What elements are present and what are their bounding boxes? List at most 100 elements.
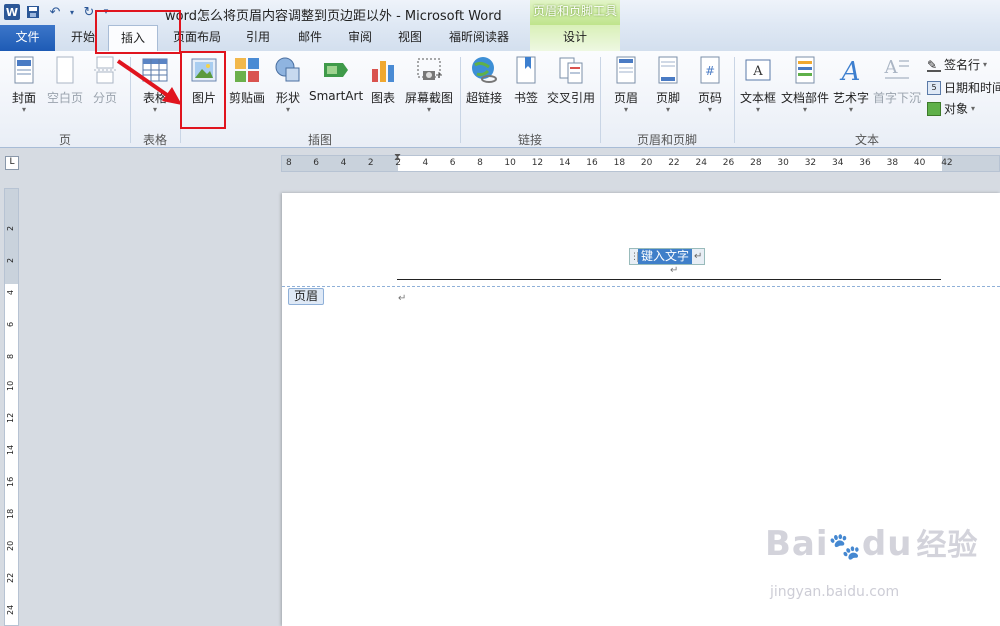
header-text-field[interactable]: ⋮ 键入文字 ↵: [629, 248, 706, 265]
svg-text:#: #: [705, 64, 715, 78]
tab-design[interactable]: 设计: [530, 25, 620, 51]
vruler-tick-label: 14: [6, 444, 15, 455]
vruler-tick-label: 12: [6, 412, 15, 423]
ruler-tick-label: 18: [613, 158, 626, 168]
screenshot-label: 屏幕截图: [404, 91, 453, 105]
ruler-tick-label: 16: [586, 158, 598, 168]
vruler-tick-label: 22: [6, 572, 15, 583]
group-label-illustrations: 插图: [307, 133, 332, 147]
wordart-icon: A: [840, 57, 861, 85]
page-number-label: 页码: [697, 91, 722, 105]
blank-page-button[interactable]: 空白页: [44, 55, 86, 127]
shapes-label: 形状: [275, 91, 300, 105]
chevron-down-icon: ▾: [21, 105, 26, 114]
date-time-button[interactable]: 5 日期和时间: [927, 79, 1000, 96]
drop-cap-button[interactable]: A 首字下沉: [872, 55, 922, 127]
arrow-annotation-icon: [116, 59, 182, 105]
save-icon[interactable]: [24, 3, 42, 21]
footer-label: 页脚: [655, 91, 680, 105]
hyperlink-button[interactable]: 超链接: [464, 55, 504, 127]
quick-parts-button[interactable]: 文档部件 ▾: [780, 55, 830, 127]
tab-view[interactable]: 视图: [390, 25, 430, 51]
vruler-tick-label: 4: [6, 289, 15, 295]
cover-page-label: 封面: [11, 91, 36, 105]
smartart-icon: [324, 63, 348, 77]
bookmark-button[interactable]: 书签: [509, 55, 543, 127]
horizontal-ruler[interactable]: 8 6 4 2 2 4 6 8 10 12 14 16 18 20 22 24 26 28 30 32 34 36 38 40…: [281, 152, 1000, 172]
tab-mailings[interactable]: 邮件: [290, 25, 330, 51]
signature-line-button[interactable]: ✎ 签名行 ▾: [927, 56, 987, 73]
drag-handle-icon[interactable]: ⋮: [630, 251, 639, 262]
page-number-icon: #: [700, 56, 720, 84]
ruler-tick-label: 6: [313, 158, 320, 168]
bookmark-icon: [516, 56, 536, 84]
ruler-tick-label: 28: [750, 158, 762, 168]
cover-page-button[interactable]: 封面 ▾: [6, 55, 42, 127]
tab-file[interactable]: 文件: [0, 25, 55, 51]
tab-selector[interactable]: L: [5, 156, 19, 170]
context-tool-title: 页眉和页脚工具: [530, 0, 620, 25]
chevron-down-icon: ▾: [426, 105, 431, 114]
tab-references[interactable]: 引用: [238, 25, 278, 51]
ruler-area: L 8 6 4 2 2 4 6 8 10 12 14 16 18 20 22 24 26 28 30 32 34 36 38…: [0, 148, 1000, 178]
screenshot-button[interactable]: 屏幕截图 ▾: [403, 55, 455, 127]
indent-marker-icon[interactable]: ⧗: [394, 152, 401, 163]
ruler-tick-label: 34: [832, 158, 844, 168]
clip-art-button[interactable]: 剪贴画: [227, 55, 267, 127]
object-icon: [927, 101, 941, 116]
smartart-button[interactable]: SmartArt: [309, 55, 363, 127]
ruler-tick-label: 8: [477, 158, 483, 168]
group-label-pages: 页: [58, 133, 71, 147]
tab-foxit-reader[interactable]: 福昕阅读器: [440, 25, 518, 51]
bookmark-label: 书签: [513, 91, 538, 105]
vertical-ruler[interactable]: 2 2 4 6 8 10 12 14 16 18 20 22 24: [4, 188, 19, 626]
ruler-tick-label: 22: [668, 158, 680, 168]
header-label: 页眉: [613, 91, 638, 105]
header-border-line: [397, 279, 941, 280]
undo-dropdown-icon[interactable]: ▾: [68, 3, 76, 21]
cover-page-icon: [14, 56, 34, 84]
clip-art-icon: [235, 58, 259, 82]
chevron-down-icon: ▾: [848, 105, 853, 114]
ruler-tick-label: 2: [367, 158, 374, 168]
group-label-text: 文本: [854, 133, 879, 147]
chevron-down-icon: ▾: [802, 105, 807, 114]
chevron-down-icon: ▾: [665, 105, 670, 114]
object-button[interactable]: 对象 ▾: [927, 100, 975, 117]
undo-icon[interactable]: ↶: [46, 3, 64, 21]
hyperlink-label: 超链接: [465, 91, 502, 105]
footer-button[interactable]: 页脚 ▾: [648, 55, 688, 127]
vruler-tick-label: 6: [6, 321, 15, 327]
cross-reference-icon: [559, 57, 583, 84]
quick-parts-label: 文档部件: [780, 91, 829, 105]
text-box-button[interactable]: A 文本框 ▾: [738, 55, 778, 127]
quick-parts-icon: [795, 56, 815, 84]
hyperlink-icon: [472, 57, 497, 83]
wordart-button[interactable]: A 艺术字 ▾: [832, 55, 870, 127]
ruler-tick-label: 4: [340, 158, 347, 168]
ruler-tick-label: 36: [859, 158, 871, 168]
highlight-insert-tab: [95, 10, 181, 54]
wordart-label: 艺术字: [832, 91, 869, 105]
page-number-button[interactable]: # 页码 ▾: [690, 55, 730, 127]
cross-reference-label: 交叉引用: [546, 91, 595, 105]
footer-icon: [658, 56, 678, 84]
ruler-tick-label: 40: [913, 158, 926, 168]
blank-page-label: 空白页: [46, 91, 83, 105]
vruler-tick-label: 8: [6, 353, 15, 359]
text-box-label: 文本框: [739, 91, 776, 105]
tab-review[interactable]: 审阅: [340, 25, 380, 51]
shapes-button[interactable]: 形状 ▾: [270, 55, 306, 127]
group-label-table: 表格: [142, 133, 167, 147]
baidu-watermark-logo: Bai🐾du 经验: [765, 524, 979, 564]
cross-reference-button[interactable]: 交叉引用: [545, 55, 597, 127]
chevron-down-icon: ▾: [285, 105, 290, 114]
vruler-tick-label: 10: [6, 380, 15, 391]
smartart-label: SmartArt: [309, 89, 364, 103]
placeholder-text[interactable]: 键入文字: [638, 249, 693, 264]
chart-icon: [372, 61, 394, 82]
ruler-tick-label: 10: [504, 158, 516, 168]
header-button[interactable]: 页眉 ▾: [606, 55, 646, 127]
header-icon: [616, 56, 636, 84]
chart-button[interactable]: 图表: [366, 55, 400, 127]
